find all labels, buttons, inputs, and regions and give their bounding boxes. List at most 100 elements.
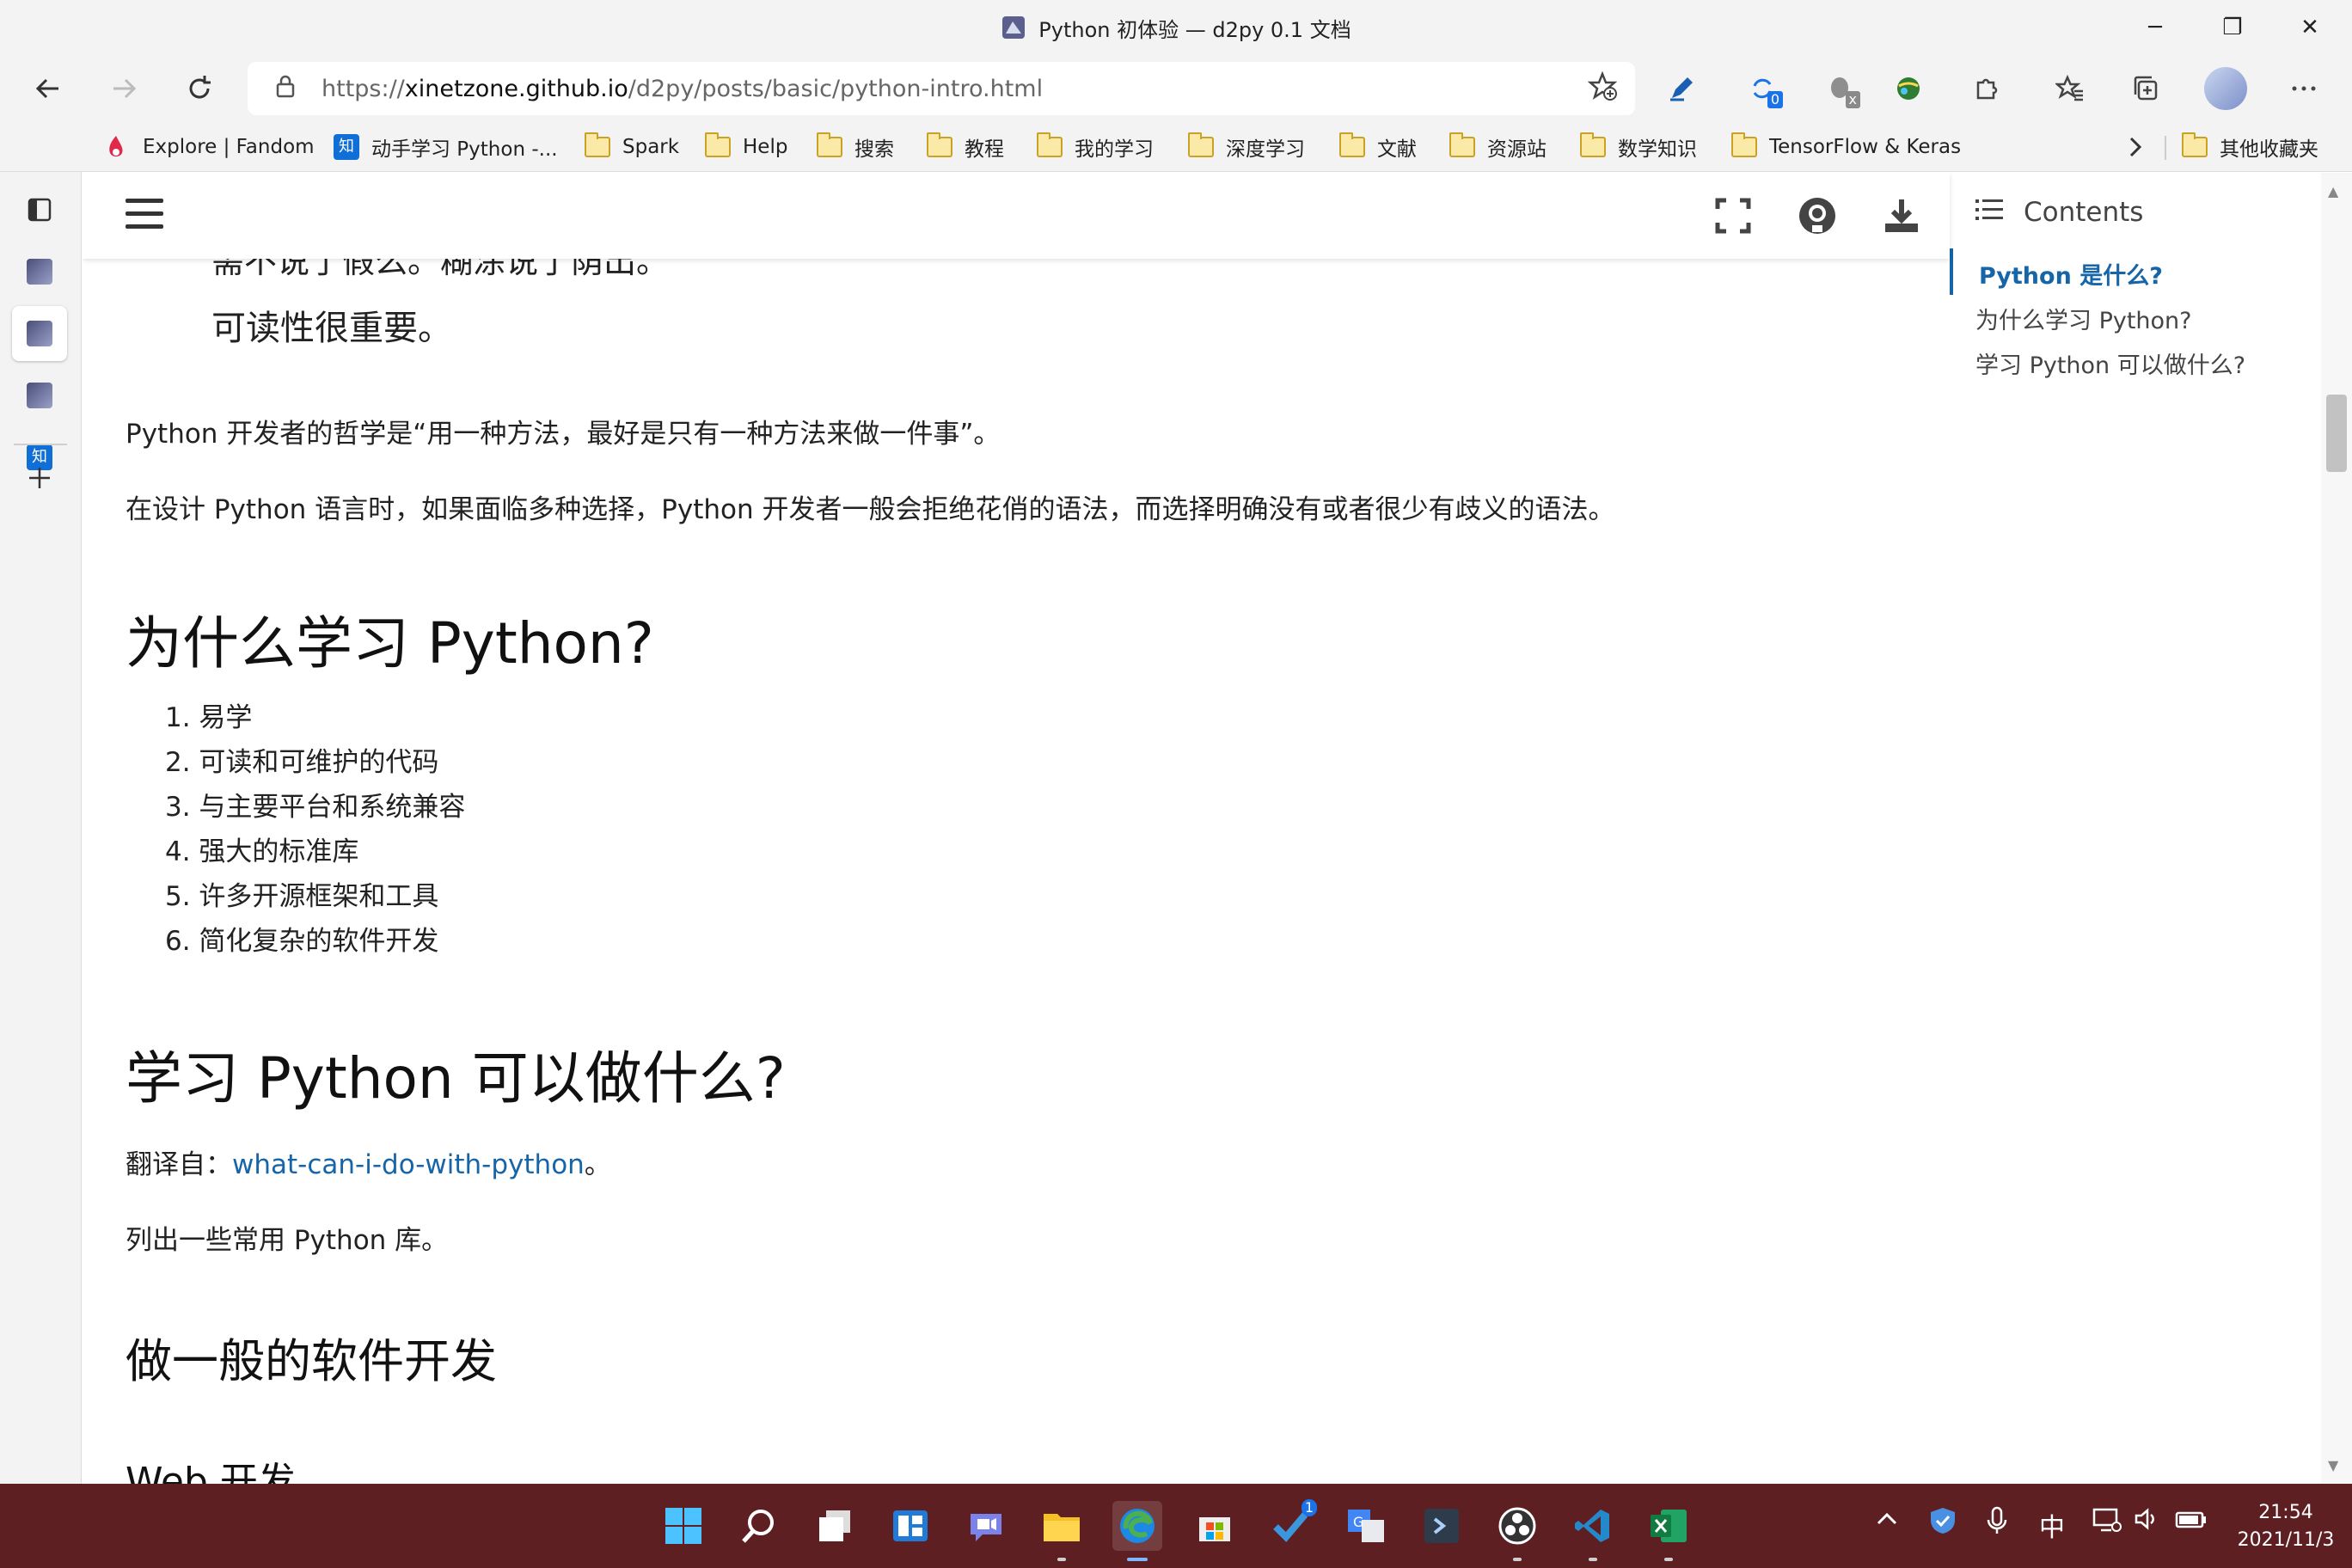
favorite-fandom[interactable]: Explore | Fandom	[103, 131, 315, 163]
favorites-icon[interactable]	[2046, 67, 2094, 110]
security-shield-icon[interactable]	[1929, 1506, 1957, 1542]
favorite-folder-deep-learning[interactable]: 深度学习	[1188, 131, 1305, 163]
favorite-folder-other[interactable]: 其他收藏夹	[2182, 131, 2318, 163]
new-tab-button[interactable]	[12, 450, 67, 505]
file-explorer-button[interactable]	[1037, 1501, 1087, 1561]
store-icon	[1199, 1517, 1230, 1541]
translate-icon: G	[1348, 1510, 1384, 1542]
task-view-button[interactable]	[810, 1501, 860, 1551]
microphone-icon[interactable]	[1986, 1506, 2008, 1542]
download-icon[interactable]	[1876, 190, 1927, 242]
folder-icon	[1044, 1514, 1080, 1541]
favorite-label: TensorFlow & Keras	[1769, 136, 1962, 158]
volume-icon[interactable]	[2134, 1506, 2159, 1539]
toc-item-what-is-python[interactable]: Python 是什么?	[1979, 257, 2163, 291]
battery-icon[interactable]	[2175, 1506, 2208, 1539]
window-title: Python 初体验 — d2py 0.1 文档	[1038, 17, 1351, 42]
scrollbar-thumb[interactable]	[2326, 395, 2347, 472]
github-icon[interactable]	[1792, 190, 1843, 242]
favorite-folder-tensorflow[interactable]: TensorFlow & Keras	[1731, 131, 1961, 163]
favorite-folder-my-learning[interactable]: 我的学习	[1037, 131, 1154, 163]
favorite-folder-math[interactable]: 数学知识	[1580, 131, 1697, 163]
task-view-icon	[819, 1510, 850, 1541]
teams-chat-button[interactable]	[961, 1501, 1011, 1551]
favorites-divider	[2165, 136, 2166, 160]
edge-icon	[1120, 1509, 1155, 1543]
page-scrollbar[interactable]: ▲ ▼	[2321, 173, 2352, 1484]
favorite-folder-resources[interactable]: 资源站	[1449, 131, 1547, 163]
vscode-insiders-button[interactable]: 1	[1265, 1499, 1317, 1551]
edge-browser-button[interactable]	[1112, 1501, 1162, 1561]
favorite-label: 深度学习	[1226, 138, 1305, 161]
extensions-puzzle-icon[interactable]	[1962, 67, 2010, 110]
fullscreen-icon[interactable]	[1707, 190, 1759, 242]
running-indicator	[1057, 1558, 1066, 1561]
more-menu-icon[interactable]	[2280, 67, 2328, 110]
refresh-button[interactable]	[175, 67, 224, 110]
pen-extension-icon[interactable]	[1657, 67, 1706, 110]
menu-hamburger-icon[interactable]	[126, 199, 163, 230]
start-button[interactable]	[658, 1501, 708, 1551]
translated-source-link[interactable]: what-can-i-do-with-python	[232, 1149, 585, 1180]
obs-button[interactable]	[1492, 1501, 1542, 1561]
clock-date: 2021/11/3	[2237, 1529, 2335, 1551]
forward-button[interactable]	[100, 67, 148, 110]
network-icon[interactable]	[2092, 1506, 2122, 1540]
microsoft-store-button[interactable]	[1190, 1501, 1240, 1551]
folder-icon	[1339, 132, 1365, 157]
lock-icon[interactable]	[270, 74, 301, 104]
chat-icon	[971, 1514, 1001, 1541]
site-favicon-icon	[1002, 16, 1026, 39]
system-clock[interactable]: 21:54 2021/11/3	[2230, 1499, 2342, 1554]
list-item: 6. 简化复杂的软件开发	[165, 926, 439, 957]
vscode-icon	[1575, 1510, 1609, 1542]
toc-item-what-can-python-do[interactable]: 学习 Python 可以做什么?	[1975, 346, 2245, 380]
plus-icon	[29, 468, 50, 488]
address-bar[interactable]: https://xinetzone.github.io/d2py/posts/b…	[248, 62, 1635, 115]
tray-overflow-chevron-icon[interactable]	[1874, 1506, 1900, 1539]
vscode-button[interactable]	[1568, 1501, 1618, 1561]
toc-item-why-python[interactable]: 为什么学习 Python?	[1975, 302, 2192, 335]
favorite-label: Help	[743, 136, 788, 158]
input-method-indicator[interactable]: 中	[2039, 1506, 2065, 1544]
profile-avatar[interactable]	[2204, 67, 2247, 110]
terminal-app-button[interactable]	[1417, 1501, 1467, 1551]
favorite-folder-tutorial[interactable]: 教程	[927, 131, 1004, 163]
collections-icon[interactable]	[2122, 67, 2170, 110]
url-scheme: https://	[322, 75, 405, 102]
scroll-down-arrow-icon[interactable]: ▼	[2328, 1457, 2338, 1473]
favorite-label: 其他收藏夹	[2220, 138, 2318, 161]
add-favorite-star-icon[interactable]	[1587, 70, 1618, 109]
title-bar: Python 初体验 — d2py 0.1 文档 ─ ❐ ✕	[0, 0, 2352, 55]
favorite-python-learning[interactable]: 知 动手学习 Python -...	[334, 131, 558, 163]
minimize-button[interactable]: ─	[2116, 0, 2194, 55]
globe-extension-icon[interactable]	[1884, 67, 1932, 110]
translated-label: 翻译自：	[126, 1149, 232, 1180]
ghost-extension-icon[interactable]: x	[1816, 67, 1864, 110]
widgets-button[interactable]	[885, 1501, 935, 1551]
close-button[interactable]: ✕	[2271, 0, 2349, 55]
fandom-flame-icon	[107, 134, 126, 160]
favorite-folder-literature[interactable]: 文献	[1339, 131, 1417, 163]
site-favicon-icon	[27, 259, 52, 285]
tab-d2py-1[interactable]	[12, 244, 67, 299]
running-indicator	[1513, 1558, 1522, 1561]
tab-actions-menu-button[interactable]	[12, 182, 67, 237]
favorites-overflow-chevron-icon[interactable]	[2127, 131, 2144, 163]
favorite-folder-search[interactable]: 搜索	[817, 131, 894, 163]
tab-d2py-3[interactable]	[12, 368, 67, 423]
translator-button[interactable]: G	[1341, 1501, 1391, 1551]
restore-button[interactable]: ❐	[2194, 0, 2271, 55]
excel-button[interactable]	[1644, 1501, 1694, 1561]
favorite-folder-help[interactable]: Help	[705, 131, 787, 163]
back-button[interactable]	[24, 67, 72, 110]
sync-extension-icon[interactable]: 0	[1738, 67, 1786, 110]
favorite-folder-spark[interactable]: Spark	[585, 131, 679, 163]
taskbar-search-button[interactable]	[734, 1501, 784, 1551]
heading-web-dev: Web 开发	[126, 1460, 296, 1484]
tab-d2py-active[interactable]	[12, 306, 67, 361]
scroll-up-arrow-icon[interactable]: ▲	[2328, 183, 2338, 199]
terminal-icon	[1424, 1509, 1459, 1543]
reasons-list: 1. 易学 2. 可读和可维护的代码 3. 与主要平台和系统兼容 4. 强大的标…	[165, 695, 465, 964]
url-text[interactable]: https://xinetzone.github.io/d2py/posts/b…	[322, 76, 1043, 102]
